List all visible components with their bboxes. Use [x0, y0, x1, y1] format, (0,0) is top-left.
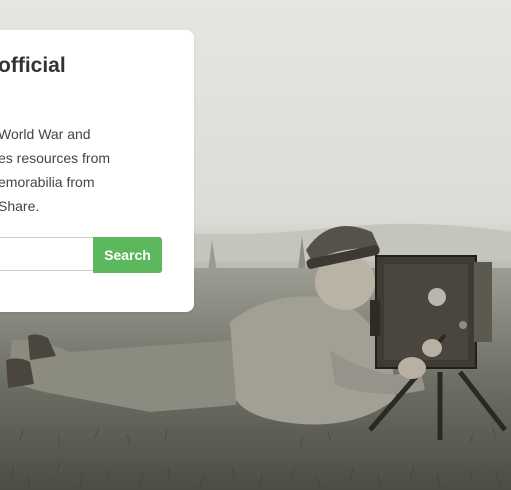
- card-description-line: Share.: [0, 198, 40, 214]
- card-description: World War and es resources from emorabil…: [0, 122, 188, 218]
- card-description-line: es resources from: [0, 150, 111, 166]
- intro-card: official World War and es resources from…: [0, 30, 194, 312]
- card-description-line: World War and: [0, 126, 91, 142]
- search-input[interactable]: [0, 237, 93, 271]
- search-button[interactable]: Search: [93, 237, 162, 273]
- search-form: Search: [0, 237, 174, 273]
- card-description-line: emorabilia from: [0, 174, 95, 190]
- card-title: official: [0, 54, 66, 77]
